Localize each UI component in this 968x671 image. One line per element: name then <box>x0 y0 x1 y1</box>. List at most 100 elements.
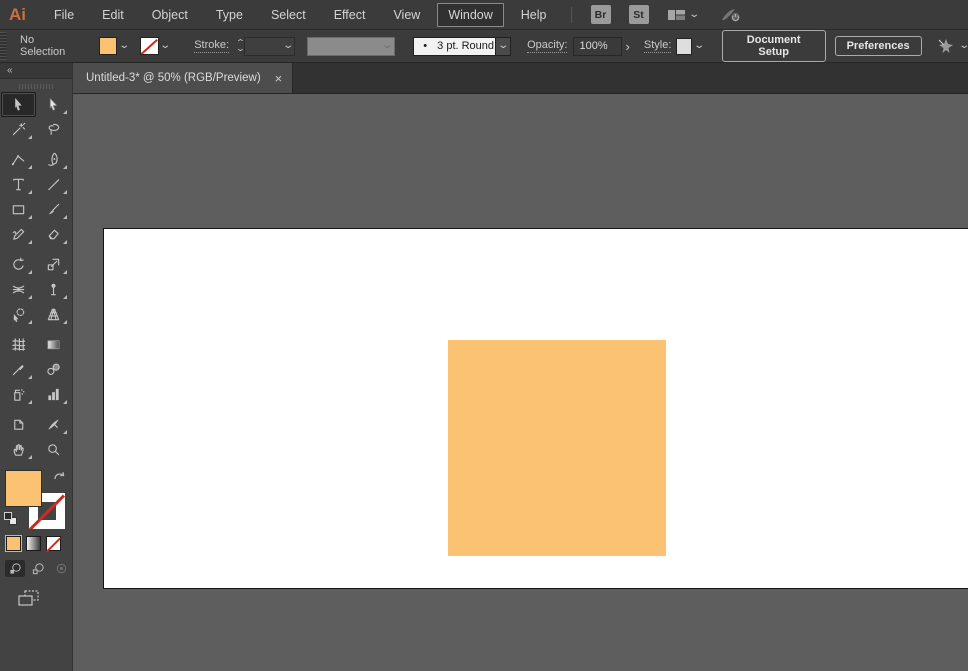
gradient-tool[interactable] <box>36 332 71 357</box>
stroke-none-icon <box>141 38 157 54</box>
tab-close-icon[interactable]: × <box>275 72 283 85</box>
hand-tool-icon <box>13 444 24 456</box>
opacity-arrow-icon[interactable]: › <box>622 39 634 54</box>
draw-normal-button[interactable] <box>5 560 25 577</box>
artboard-object[interactable] <box>448 340 666 556</box>
menu-select[interactable]: Select <box>260 3 317 27</box>
gradient-tool-icon <box>47 340 60 350</box>
menu-window[interactable]: Window <box>437 2 504 27</box>
opacity-label[interactable]: Opacity: <box>527 39 568 53</box>
default-fill-stroke-icon[interactable] <box>4 512 17 525</box>
document-setup-button[interactable]: Document Setup <box>721 30 826 62</box>
fill-color-swatch[interactable] <box>98 37 118 55</box>
menu-object[interactable]: Object <box>141 3 199 27</box>
eyedropper-tool[interactable] <box>1 357 36 382</box>
curvature-tool-icon <box>48 152 58 166</box>
paintbrush-tool[interactable] <box>36 197 71 222</box>
direct-selection-tool-icon <box>49 98 58 111</box>
tools-panel-header[interactable]: « <box>0 63 72 79</box>
eyedropper-tool-icon <box>12 365 24 376</box>
scale-tool[interactable] <box>36 252 71 277</box>
fill-color-chevron-icon[interactable]: ⌄ <box>117 37 131 55</box>
line-segment-tool[interactable] <box>36 172 71 197</box>
artboard-tool-icon <box>14 419 24 430</box>
variable-width-profile-dropdown[interactable]: ⌄ <box>307 36 396 56</box>
select-similar-icon <box>938 39 953 53</box>
color-button[interactable] <box>5 535 22 552</box>
stroke-color-swatch[interactable] <box>140 37 159 55</box>
puppet-warp-tool-icon <box>51 283 56 296</box>
draw-inside-icon <box>56 563 66 574</box>
symbol-sprayer-tool[interactable] <box>1 382 36 407</box>
lasso-tool[interactable] <box>36 117 71 142</box>
stroke-weight-stepper[interactable]: ⌃ ⌄ <box>235 39 245 53</box>
preferences-button[interactable]: Preferences <box>834 36 922 56</box>
gpu-performance-icon[interactable] <box>720 7 742 23</box>
rectangle-tool[interactable] <box>1 197 36 222</box>
brush-chevron-icon[interactable]: ⌄ <box>496 36 512 56</box>
type-tool[interactable] <box>1 172 36 197</box>
stroke-color-chevron-icon[interactable]: ⌄ <box>159 37 173 55</box>
magic-wand-tool-icon <box>12 122 26 136</box>
paintbrush-tool-icon <box>48 203 60 215</box>
magic-wand-tool[interactable] <box>1 117 36 142</box>
rectangle-tool-icon <box>12 205 25 215</box>
tools-panel-grip-icon[interactable] <box>19 84 53 89</box>
menu-help[interactable]: Help <box>510 3 558 27</box>
fill-indicator[interactable] <box>5 470 42 507</box>
draw-behind-button[interactable] <box>28 560 48 577</box>
slice-tool[interactable] <box>36 412 71 437</box>
zoom-tool[interactable] <box>36 437 71 462</box>
shape-builder-tool[interactable] <box>1 302 36 327</box>
eraser-tool[interactable] <box>36 222 71 247</box>
curvature-tool[interactable] <box>36 147 71 172</box>
slice-tool-icon <box>48 419 59 430</box>
column-graph-tool-icon <box>48 388 59 401</box>
eraser-tool-icon <box>48 229 59 240</box>
brush-preview-dot: • <box>423 40 428 52</box>
select-similar-button[interactable]: ⌄ <box>936 37 968 55</box>
hand-tool[interactable] <box>1 437 36 462</box>
column-graph-tool[interactable] <box>36 382 71 407</box>
menu-view[interactable]: View <box>382 3 431 27</box>
blend-tool[interactable] <box>36 357 71 382</box>
workspace-chevron-icon[interactable]: ⌄ <box>688 9 700 20</box>
stroke-weight-combobox[interactable]: ⌄ <box>243 36 296 56</box>
style-chevron-icon[interactable]: ⌄ <box>692 37 706 55</box>
pen-tool[interactable] <box>1 147 36 172</box>
draw-inside-button[interactable] <box>51 560 71 577</box>
shaper-tool[interactable] <box>1 222 36 247</box>
stroke-weight-label[interactable]: Stroke: <box>194 39 230 53</box>
color-type-buttons <box>0 535 72 552</box>
puppet-warp-tool[interactable] <box>36 277 71 302</box>
width-tool[interactable] <box>1 277 36 302</box>
swap-fill-stroke-icon[interactable] <box>52 470 67 489</box>
document-tab[interactable]: Untitled-3* @ 50% (RGB/Preview) × <box>73 63 294 93</box>
rotate-tool[interactable] <box>1 252 36 277</box>
workspace-layout-icon[interactable] <box>667 8 685 22</box>
menu-effect[interactable]: Effect <box>323 3 377 27</box>
brush-definition-dropdown[interactable]: • 3 pt. Round <box>413 36 497 56</box>
gradient-button[interactable] <box>26 536 41 551</box>
artboard-tool[interactable] <box>1 412 36 437</box>
canvas-area[interactable] <box>73 94 968 671</box>
bridge-button[interactable]: Br <box>590 5 611 24</box>
style-label[interactable]: Style: <box>643 39 672 53</box>
menu-edit[interactable]: Edit <box>91 3 135 27</box>
type-tool-icon <box>13 178 24 191</box>
pen-tool-icon <box>11 155 25 166</box>
change-screen-mode-button[interactable] <box>18 590 72 612</box>
stock-button[interactable]: St <box>628 5 649 24</box>
style-swatch[interactable] <box>676 37 693 55</box>
none-button[interactable] <box>46 536 61 551</box>
selection-tool[interactable] <box>1 92 36 117</box>
perspective-grid-tool[interactable] <box>36 302 71 327</box>
direct-selection-tool[interactable] <box>36 92 71 117</box>
mesh-tool[interactable] <box>1 332 36 357</box>
collapse-panel-icon[interactable]: « <box>7 65 13 76</box>
menu-file[interactable]: File <box>43 3 85 27</box>
opacity-input[interactable]: 100% <box>573 36 622 56</box>
control-bar-grip[interactable] <box>0 32 7 60</box>
illustrator-window: Ai File Edit Object Type Select Effect V… <box>0 0 968 671</box>
menu-type[interactable]: Type <box>205 3 254 27</box>
